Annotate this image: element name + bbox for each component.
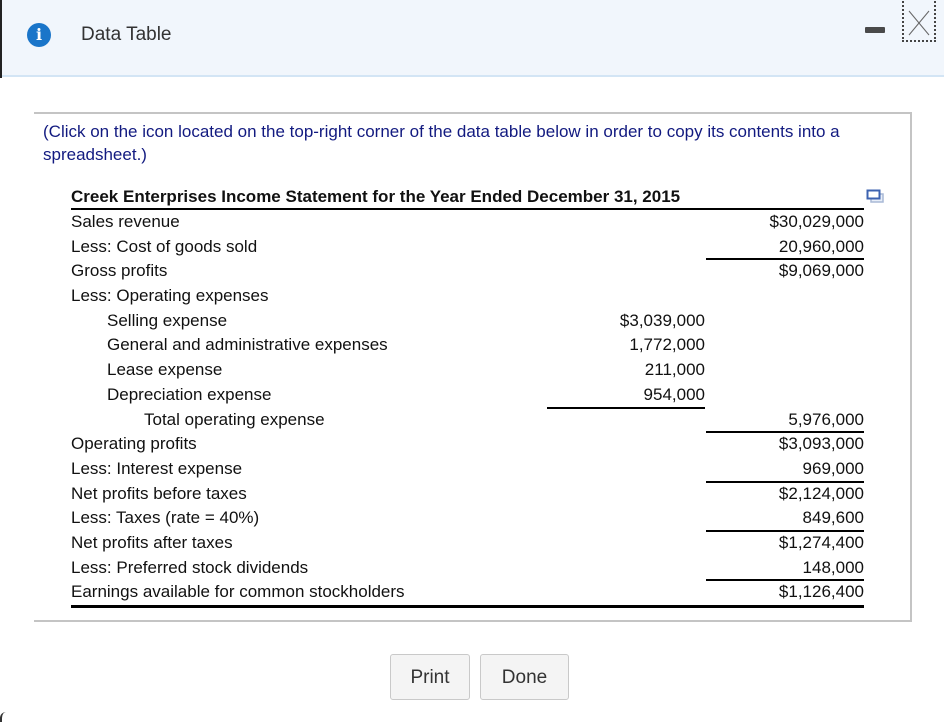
table-row: Total operating expense 5,976,000 — [71, 406, 864, 433]
done-button[interactable]: Done — [480, 654, 569, 700]
row-value: $2,124,000 — [778, 483, 864, 503]
row-label: Gross profits — [71, 261, 168, 281]
row-value: 5,976,000 — [788, 409, 864, 429]
close-icon — [908, 10, 930, 36]
row-label: Less: Taxes (rate = 40%) — [71, 508, 260, 528]
row-value: $30,029,000 — [769, 212, 864, 231]
row-label: Less: Interest expense — [71, 458, 243, 478]
row-value: 954,000 — [643, 384, 705, 404]
row-label: Total operating expense — [144, 409, 325, 429]
table-row: Less: Interest expense 969,000 — [71, 457, 864, 482]
print-button[interactable]: Print — [390, 654, 470, 700]
row-value: $1,126,400 — [778, 582, 864, 602]
row-label: Less: Operating expenses — [71, 286, 269, 306]
row-value: 969,000 — [802, 458, 864, 478]
row-label: Operating profits — [71, 434, 197, 454]
table-row: Less: Operating expenses — [71, 284, 864, 309]
table-row: Net profits before taxes $2,124,000 — [71, 480, 864, 507]
row-value: $3,039,000 — [619, 310, 705, 330]
table-row: General and administrative expenses 1,77… — [71, 333, 864, 358]
content-border-top — [34, 112, 912, 114]
table-row: Net profits after taxes $1,274,400 — [71, 529, 864, 556]
table-row: Gross profits $9,069,000 — [71, 258, 864, 284]
minimize-icon — [865, 27, 885, 33]
row-value: 148,000 — [802, 557, 864, 577]
table-row: Operating profits $3,093,000 — [71, 431, 864, 457]
table-row: Depreciation expense 954,000 — [71, 383, 864, 408]
underline-rule — [547, 406, 705, 409]
dialog-title: Data Table — [81, 24, 172, 45]
income-statement-table: Creek Enterprises Income Statement for t… — [71, 186, 864, 608]
content-border-bottom — [34, 620, 912, 622]
bottom-rule — [71, 605, 864, 608]
row-label: Less: Cost of goods sold — [71, 236, 258, 256]
table-row: Sales revenue $30,029,000 — [71, 210, 864, 235]
row-value: $1,274,400 — [778, 532, 864, 552]
copy-icon — [866, 189, 884, 203]
row-label: Depreciation expense — [107, 384, 272, 404]
info-icon: i — [27, 23, 51, 47]
copy-to-spreadsheet-button[interactable] — [866, 189, 886, 205]
row-value: 849,600 — [802, 508, 864, 528]
row-value: $9,069,000 — [778, 261, 864, 281]
minimize-button[interactable] — [863, 25, 887, 35]
close-button[interactable] — [902, 0, 936, 42]
row-label: Sales revenue — [71, 212, 180, 231]
content-border-right — [910, 112, 912, 622]
row-label: Net profits after taxes — [71, 532, 233, 552]
row-label: Net profits before taxes — [71, 483, 247, 503]
row-value: 211,000 — [644, 360, 705, 380]
row-label: General and administrative expenses — [107, 335, 388, 355]
instructions-text: (Click on the icon located on the top-ri… — [43, 122, 840, 164]
row-value: $3,093,000 — [778, 434, 864, 454]
statement-title: Creek Enterprises Income Statement for t… — [71, 186, 864, 210]
table-row: Less: Preferred stock dividends 148,000 — [71, 556, 864, 581]
row-value: 1,772,000 — [629, 335, 705, 355]
row-label: Lease expense — [107, 360, 223, 380]
table-row: Less: Cost of goods sold 20,960,000 — [71, 235, 864, 260]
row-label: Earnings available for common stockholde… — [71, 582, 405, 602]
window-corner — [0, 712, 6, 722]
row-label: Selling expense — [107, 310, 228, 330]
window-edge — [0, 0, 2, 78]
table-row: Selling expense $3,039,000 — [71, 309, 864, 334]
table-row: Earnings available for common stockholde… — [71, 579, 864, 608]
row-label: Less: Preferred stock dividends — [71, 557, 309, 577]
row-value: 20,960,000 — [778, 236, 864, 256]
dialog-titlebar: i Data Table — [0, 0, 944, 77]
table-row: Less: Taxes (rate = 40%) 849,600 — [71, 506, 864, 531]
table-row: Lease expense 211,000 — [71, 358, 864, 383]
